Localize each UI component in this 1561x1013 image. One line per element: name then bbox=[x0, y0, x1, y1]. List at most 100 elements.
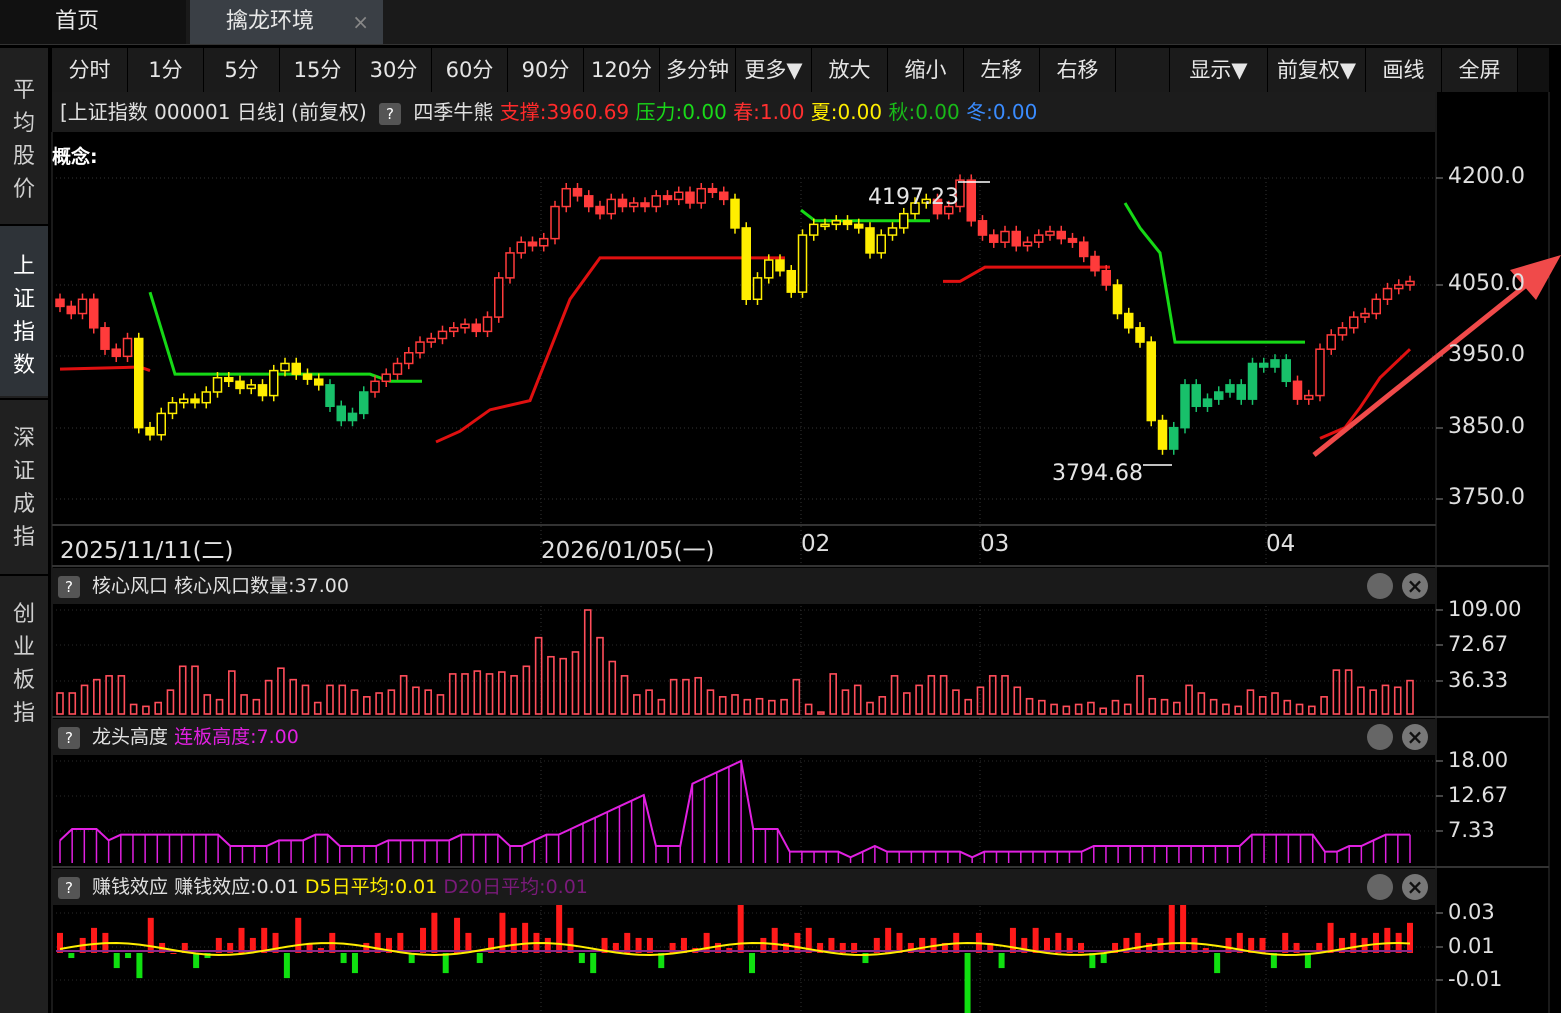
candle-body bbox=[1067, 237, 1078, 243]
candle-body bbox=[404, 352, 414, 365]
candle-body bbox=[1349, 316, 1359, 329]
gear-icon[interactable] bbox=[1367, 573, 1393, 599]
candle-body bbox=[449, 327, 459, 333]
candle-body bbox=[775, 259, 785, 272]
candle-body bbox=[1405, 280, 1415, 286]
profit-bar bbox=[1100, 953, 1107, 964]
core-bar bbox=[264, 679, 273, 715]
core-bar bbox=[927, 675, 936, 715]
core-bar bbox=[363, 696, 371, 715]
core-bar bbox=[866, 701, 874, 715]
sub-axis-label: 0.03 bbox=[1448, 900, 1495, 924]
candle-body bbox=[1180, 384, 1190, 429]
profit-bar bbox=[351, 953, 358, 974]
core-bar bbox=[780, 698, 788, 715]
candle-body bbox=[696, 187, 706, 204]
profit-bar bbox=[125, 953, 132, 959]
candle-body bbox=[111, 348, 121, 358]
help-icon[interactable]: ? bbox=[58, 876, 80, 899]
core-bar bbox=[792, 678, 801, 715]
core-bar bbox=[804, 703, 813, 715]
core-bar bbox=[80, 684, 89, 715]
candle-body bbox=[1146, 341, 1156, 422]
candle-body bbox=[359, 391, 369, 415]
core-bar bbox=[1393, 686, 1402, 715]
core-bar bbox=[1123, 703, 1132, 715]
core-bar bbox=[1222, 703, 1230, 715]
core-bar bbox=[1025, 697, 1034, 715]
close-icon[interactable]: × bbox=[1402, 874, 1428, 900]
profit-bar bbox=[420, 927, 427, 953]
profit-bar bbox=[1350, 932, 1357, 953]
core-bar bbox=[694, 676, 702, 715]
candle-body bbox=[1112, 284, 1123, 315]
date-tick-label: 03 bbox=[980, 531, 1010, 557]
close-icon[interactable]: × bbox=[1402, 724, 1428, 750]
core-bar bbox=[1050, 703, 1058, 715]
core-bar bbox=[669, 678, 678, 715]
core-bar bbox=[559, 657, 567, 715]
core-bar bbox=[1258, 696, 1267, 715]
core-bar bbox=[768, 699, 776, 715]
core-bar bbox=[620, 675, 629, 715]
candle-body bbox=[291, 362, 301, 375]
candle-body bbox=[494, 277, 504, 318]
core-bar bbox=[326, 684, 334, 715]
candle-body bbox=[269, 369, 279, 397]
date-tick-label: 2026/01/05(一) bbox=[541, 538, 715, 564]
close-icon[interactable]: × bbox=[1402, 573, 1428, 599]
candle-body bbox=[1371, 298, 1381, 315]
core-bar bbox=[1332, 669, 1341, 715]
core-bar bbox=[301, 684, 310, 715]
candle-body bbox=[1135, 327, 1145, 343]
profit-bar bbox=[1407, 922, 1413, 953]
core-bar bbox=[1185, 684, 1193, 715]
candle-body bbox=[764, 259, 774, 279]
candle-body bbox=[1326, 334, 1336, 350]
candle-body bbox=[437, 330, 448, 340]
panel-name: 赚钱效应 bbox=[92, 876, 169, 898]
profit-bar bbox=[885, 927, 892, 953]
candle-body bbox=[302, 373, 313, 380]
help-icon[interactable]: ? bbox=[58, 726, 80, 749]
core-bar bbox=[596, 636, 604, 715]
core-bar bbox=[817, 711, 825, 715]
candle-body bbox=[1022, 241, 1033, 247]
d20-value: D20日平均:0.01 bbox=[443, 876, 588, 898]
candle-body bbox=[1191, 384, 1201, 408]
help-icon[interactable]: ? bbox=[58, 575, 80, 598]
gear-icon[interactable] bbox=[1367, 724, 1393, 750]
core-bar bbox=[731, 694, 739, 715]
panel-header-core: ? 核心风口 核心风口数量:37.00 bbox=[52, 568, 1435, 604]
date-tick-label: 02 bbox=[801, 531, 831, 557]
candle-body bbox=[145, 426, 155, 436]
candle-body bbox=[190, 398, 200, 404]
candle-body bbox=[887, 227, 898, 236]
profit-bar bbox=[1055, 932, 1062, 953]
profit-bar bbox=[1327, 922, 1334, 953]
gear-icon[interactable] bbox=[1367, 874, 1393, 900]
core-bar bbox=[436, 694, 445, 715]
profit-bar bbox=[624, 932, 631, 953]
profit-bar bbox=[136, 953, 143, 979]
candle-body bbox=[471, 323, 481, 333]
candle-body bbox=[685, 191, 695, 204]
panel-name: 龙头高度 bbox=[92, 726, 169, 748]
core-bar bbox=[890, 675, 899, 715]
kline-chart[interactable]: 4197.23 3794.68 bbox=[0, 0, 1561, 1013]
candle-body bbox=[719, 191, 729, 201]
candle-body bbox=[899, 212, 909, 229]
sub-axis-label: 12.67 bbox=[1448, 783, 1509, 807]
profit-bar bbox=[113, 953, 120, 969]
profit-bar bbox=[1009, 927, 1016, 953]
core-bar bbox=[755, 697, 764, 715]
leader-line bbox=[59, 759, 1410, 859]
candle-body bbox=[1101, 269, 1111, 286]
core-bar bbox=[375, 692, 383, 715]
profit-bar bbox=[1384, 927, 1391, 953]
profit-bar bbox=[896, 932, 903, 953]
candle-body bbox=[786, 269, 796, 293]
candle-body bbox=[347, 412, 358, 422]
core-bar bbox=[1246, 689, 1255, 715]
candle-body bbox=[235, 380, 245, 390]
